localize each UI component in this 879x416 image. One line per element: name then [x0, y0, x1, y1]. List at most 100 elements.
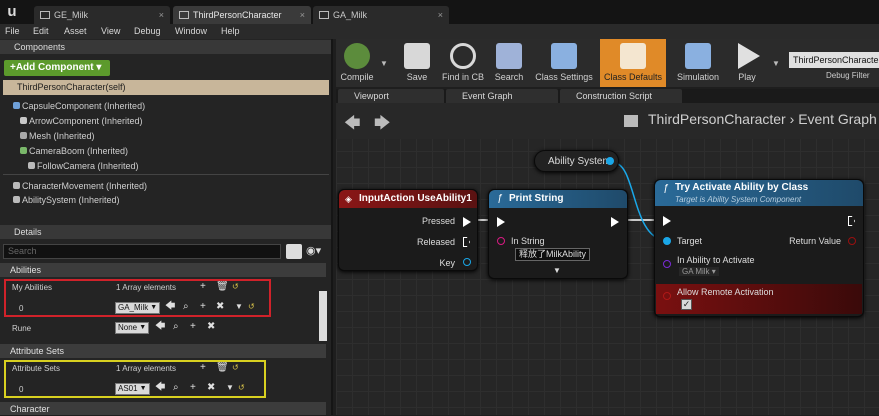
- tab-viewport[interactable]: Viewport: [338, 89, 444, 103]
- unreal-logo-icon: u: [7, 3, 17, 20]
- close-icon[interactable]: ×: [159, 6, 164, 24]
- node-header: Try Activate Ability by Class Target is …: [655, 180, 863, 206]
- node-title: Ability System: [548, 156, 611, 167]
- menu-asset[interactable]: Asset: [64, 24, 87, 39]
- ability-system-node[interactable]: Ability System: [534, 150, 619, 172]
- component-character-movement[interactable]: CharacterMovement (Inherited): [13, 180, 147, 192]
- toolbar-label: Simulation: [676, 72, 720, 82]
- return-value-pin[interactable]: [848, 237, 856, 245]
- insert-icon[interactable]: +: [190, 321, 196, 333]
- key-pin[interactable]: [463, 258, 471, 266]
- pin-label: In String: [511, 236, 545, 246]
- tab-ge-milk[interactable]: GE_Milk ×: [34, 6, 170, 24]
- menu-window[interactable]: Window: [175, 24, 207, 39]
- component-arrow[interactable]: ArrowComponent (Inherited): [20, 115, 143, 127]
- select-value: None: [118, 323, 138, 332]
- allow-remote-pin[interactable]: [663, 292, 671, 300]
- compile-icon: [344, 43, 370, 69]
- in-ability-pin[interactable]: [663, 260, 671, 268]
- component-self-item[interactable]: ThirdPersonCharacter(self): [3, 80, 329, 95]
- eye-icon[interactable]: ◉▾: [306, 245, 326, 258]
- blueprint-icon: [319, 11, 329, 19]
- rune-select[interactable]: None ▼: [115, 322, 150, 334]
- allow-remote-checkbox[interactable]: ✓: [681, 299, 692, 310]
- details-search-input[interactable]: Search: [3, 244, 281, 259]
- component-label: FollowCamera (Inherited): [37, 161, 139, 171]
- exec-in-pin[interactable]: [663, 216, 671, 226]
- tab-label: Construction Script: [576, 91, 653, 101]
- camera-icon: [28, 162, 35, 169]
- section-character[interactable]: Character: [0, 402, 326, 415]
- compile-button[interactable]: Compile: [336, 39, 378, 87]
- expand-chevron-icon[interactable]: ▼: [553, 266, 561, 275]
- target-pin[interactable]: [663, 237, 671, 245]
- menu-debug[interactable]: Debug: [134, 24, 161, 39]
- play-button[interactable]: Play: [728, 39, 766, 87]
- section-attribute-sets[interactable]: Attribute Sets: [0, 344, 326, 358]
- simulation-button[interactable]: Simulation: [672, 39, 724, 87]
- component-capsule[interactable]: CapsuleComponent (Inherited): [13, 100, 145, 112]
- search-button[interactable]: Search: [489, 39, 529, 87]
- asset-icon: [40, 11, 50, 19]
- class-defaults-button[interactable]: Class Defaults: [600, 39, 666, 87]
- try-activate-ability-node[interactable]: Try Activate Ability by Class Target is …: [654, 179, 864, 317]
- tab-third-person-character[interactable]: ThirdPersonCharacter ×: [173, 6, 311, 24]
- section-abilities[interactable]: Abilities: [0, 263, 326, 277]
- class-settings-button[interactable]: Class Settings: [532, 39, 596, 87]
- output-pin[interactable]: [606, 157, 614, 165]
- save-button[interactable]: Save: [399, 39, 435, 87]
- component-ability-system[interactable]: AbilitySystem (Inherited): [13, 194, 120, 206]
- in-string-pin[interactable]: [497, 237, 505, 245]
- exec-in-pin[interactable]: [497, 217, 505, 227]
- gear-icon: [551, 43, 577, 69]
- scrollbar[interactable]: [319, 291, 327, 341]
- tab-event-graph[interactable]: Event Graph: [446, 89, 558, 103]
- menu-view[interactable]: View: [101, 24, 120, 39]
- play-icon: [738, 43, 760, 69]
- in-string-input[interactable]: 释放了MilkAbility: [515, 248, 591, 261]
- component-follow-camera[interactable]: FollowCamera (Inherited): [28, 160, 139, 172]
- chevron-down-icon: ▼: [139, 324, 147, 331]
- add-component-button[interactable]: +Add Component ▾: [4, 60, 110, 76]
- browse-icon[interactable]: ⌕: [173, 321, 179, 333]
- close-icon[interactable]: ×: [438, 6, 443, 24]
- title-bar: u GE_Milk × ThirdPersonCharacter × GA_Mi…: [0, 0, 879, 24]
- grid-view-icon[interactable]: [286, 244, 302, 259]
- exec-out-pin[interactable]: [848, 216, 855, 226]
- tab-construction-script[interactable]: Construction Script: [560, 89, 682, 103]
- input-action-node[interactable]: InputAction UseAbility1 ◈ Pressed Releas…: [338, 189, 478, 271]
- close-icon[interactable]: ✖: [207, 321, 215, 333]
- components-header: Components: [0, 40, 331, 54]
- menu-edit[interactable]: Edit: [33, 24, 49, 39]
- find-in-cb-button[interactable]: Find in CB: [438, 39, 488, 87]
- component-label: ArrowComponent (Inherited): [29, 116, 143, 126]
- simulation-icon: [685, 43, 711, 69]
- component-mesh[interactable]: Mesh (Inherited): [20, 130, 95, 142]
- node-subtitle: Target is Ability System Component: [675, 195, 802, 204]
- in-ability-select[interactable]: GA Milk ▾: [679, 267, 719, 276]
- function-icon: ƒ: [663, 183, 669, 194]
- use-selected-icon[interactable]: 🡄: [155, 321, 165, 333]
- exec-out-pin[interactable]: [611, 217, 619, 227]
- tab-ga-milk[interactable]: GA_Milk ×: [313, 6, 449, 24]
- component-camera-boom[interactable]: CameraBoom (Inherited): [20, 145, 128, 157]
- print-string-node[interactable]: Print String ƒ In String 释放了MilkAbility …: [488, 189, 628, 279]
- menu-file[interactable]: File: [5, 24, 20, 39]
- highlight-my-abilities: [4, 279, 271, 317]
- tab-label: GA_Milk: [333, 10, 368, 20]
- released-pin[interactable]: [463, 237, 470, 247]
- save-icon: [404, 43, 430, 69]
- event-graph-canvas[interactable]: 🡄 🡆 ThirdPersonCharacter › Event Graph A…: [336, 103, 879, 415]
- debug-object-select[interactable]: ThirdPersonCharacter: [789, 52, 879, 68]
- close-icon[interactable]: ×: [300, 6, 305, 24]
- tab-label: ThirdPersonCharacter: [193, 10, 282, 20]
- chevron-down-icon[interactable]: ▼: [772, 59, 780, 68]
- highlight-attribute-sets: [4, 360, 266, 398]
- divider: [3, 174, 329, 175]
- rune-label: Rune: [12, 324, 32, 333]
- chevron-down-icon[interactable]: ▼: [380, 59, 388, 68]
- magnifier-icon: [450, 43, 476, 69]
- menu-help[interactable]: Help: [221, 24, 240, 39]
- pressed-pin[interactable]: [463, 217, 471, 227]
- mesh-icon: [20, 132, 27, 139]
